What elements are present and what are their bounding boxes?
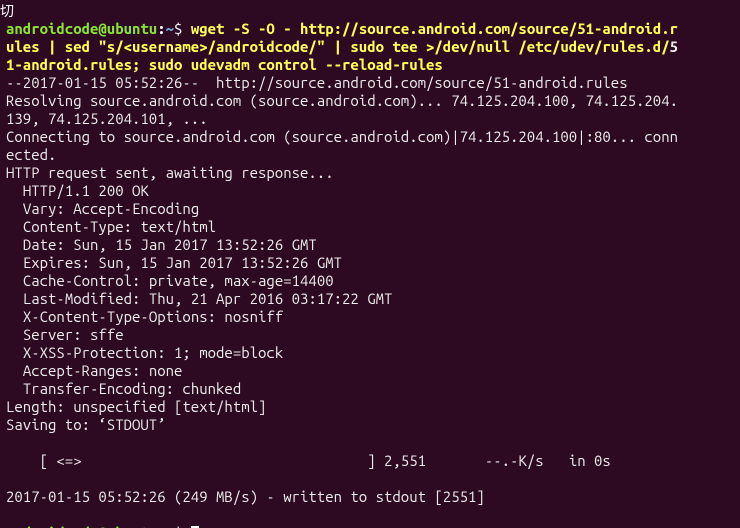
prompt-dollar: $ [174, 20, 191, 37]
prompt-path: ~ [166, 524, 174, 528]
prompt-colon: : [157, 20, 165, 37]
window-fragment-label: 切 [0, 2, 14, 20]
prompt-user: androidcode@ubuntu [6, 20, 157, 37]
output-text: --2017-01-15 05:52:26-- http://source.an… [6, 74, 678, 523]
prompt-path: ~ [166, 20, 174, 37]
terminal-area[interactable]: androidcode@ubuntu:~$ wget -S -O - http:… [0, 0, 740, 528]
prompt-colon: : [157, 524, 165, 528]
prompt-dollar: $ [174, 524, 191, 528]
prompt-user: androidcode@ubuntu [6, 524, 157, 528]
